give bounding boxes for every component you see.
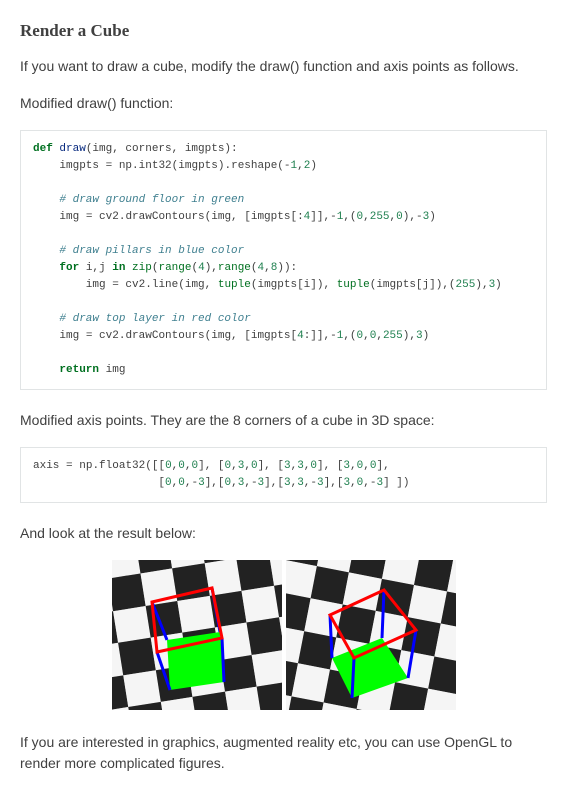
outro-paragraph: If you are interested in graphics, augme… — [20, 732, 547, 774]
code-draw-pre: def draw(img, corners, imgpts): imgpts =… — [33, 141, 534, 380]
axis-label: Modified axis points. They are the 8 cor… — [20, 410, 547, 431]
intro-paragraph: If you want to draw a cube, modify the d… — [20, 56, 547, 77]
result-label: And look at the result below: — [20, 523, 547, 544]
result-figure — [20, 560, 547, 710]
result-shot-left — [112, 560, 282, 710]
chessboard-pattern — [112, 560, 282, 710]
code-axis-pre: axis = np.float32([[0,0,0], [0,3,0], [3,… — [33, 458, 534, 492]
code-block-draw: def draw(img, corners, imgpts): imgpts =… — [20, 130, 547, 391]
result-shot-right — [286, 560, 456, 710]
code-block-axis: axis = np.float32([[0,0,0], [0,3,0], [3,… — [20, 447, 547, 503]
section-heading: Render a Cube — [20, 18, 547, 44]
draw-fn-label: Modified draw() function: — [20, 93, 547, 114]
chessboard-pattern — [286, 560, 456, 710]
